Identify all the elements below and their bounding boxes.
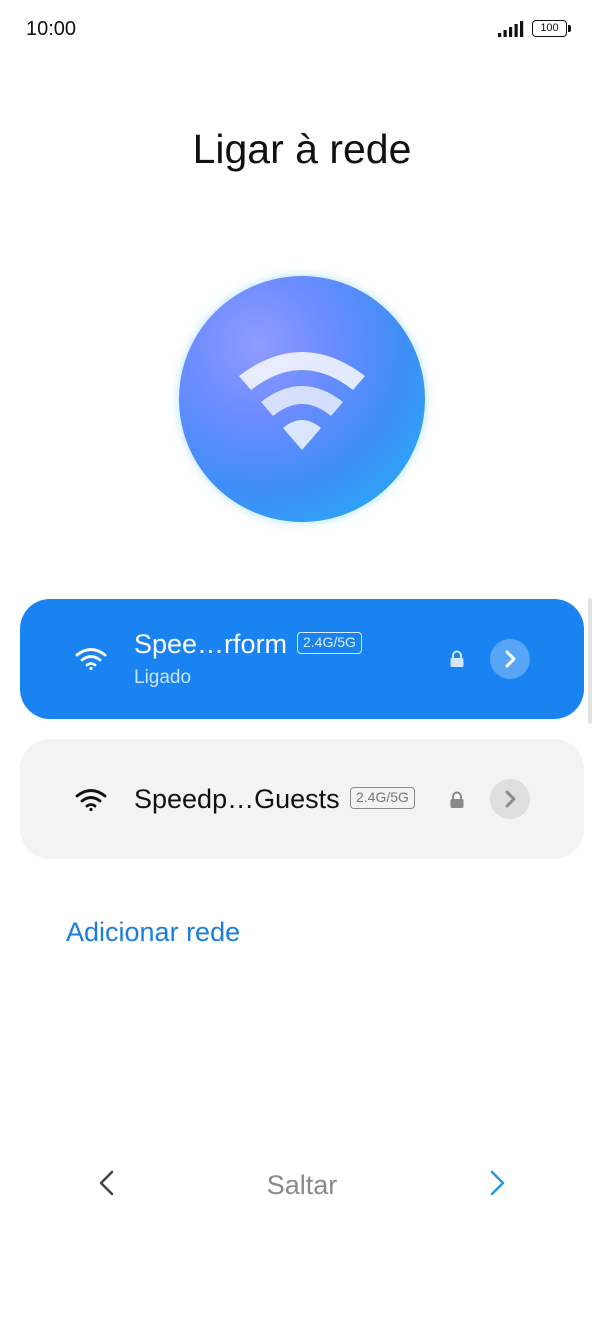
network-details-button[interactable] [490, 639, 530, 679]
network-item[interactable]: Speedp…Guests 2.4G/5G [20, 739, 584, 859]
battery-icon: 100 [532, 20, 572, 38]
chevron-left-icon [99, 1170, 114, 1196]
page-title: Ligar à rede [192, 126, 412, 172]
wifi-hero-illustration [179, 276, 425, 522]
next-button[interactable] [478, 1165, 514, 1201]
wifi-signal-icon [75, 789, 107, 812]
battery-tip [568, 25, 571, 32]
connection-status: Ligado [134, 667, 192, 688]
wifi-icon [239, 352, 365, 450]
chevron-right-icon [505, 790, 516, 808]
network-name: Speedp…Guests [134, 784, 340, 814]
skip-button[interactable]: Saltar [267, 1170, 338, 1200]
chevron-right-icon [505, 650, 516, 668]
network-details-button[interactable] [490, 779, 530, 819]
network-name: Spee…rform [134, 629, 288, 659]
battery-level: 100 [540, 22, 559, 34]
wifi-signal-icon [75, 648, 107, 671]
cellular-signal-icon [498, 21, 524, 37]
band-badge: 2.4G/5G [297, 632, 362, 654]
lock-icon [450, 791, 464, 808]
network-item-connected[interactable]: Spee…rform 2.4G/5G Ligado [20, 599, 584, 719]
add-network-link[interactable]: Adicionar rede [66, 917, 240, 948]
status-bar: 10:00 100 [0, 0, 604, 60]
back-button[interactable] [90, 1165, 126, 1201]
lock-icon [450, 650, 464, 667]
band-badge: 2.4G/5G [350, 787, 415, 809]
chevron-right-icon [490, 1170, 505, 1196]
status-time: 10:00 [26, 18, 77, 40]
scrollbar[interactable] [588, 598, 592, 724]
